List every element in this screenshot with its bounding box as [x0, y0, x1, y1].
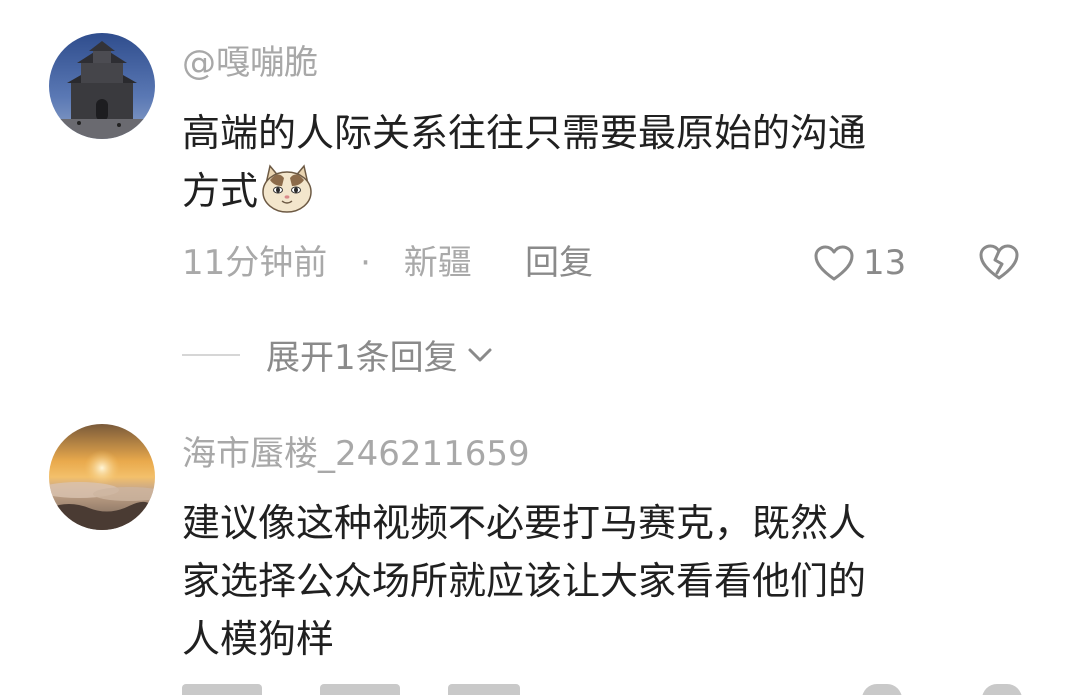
comment-text-line: 建议像这种视频不必要打马赛克，既然人	[182, 501, 867, 545]
comment-text-line: 高端的人际关系往往只需要最原始的沟通	[182, 111, 867, 155]
comment-location: 新疆	[403, 243, 472, 283]
comment-text-line: 人模狗样	[182, 617, 335, 661]
comment-text-segment: 方式	[182, 169, 259, 213]
comment-username[interactable]: 海市蜃楼_246211659	[182, 437, 530, 471]
cutoff-reply-fragment	[448, 684, 520, 695]
avatar-temple-image	[49, 33, 155, 139]
reply-button[interactable]: 回复	[525, 246, 593, 280]
avatar-sunset-image	[49, 424, 155, 530]
expand-label: 展开1条回复	[266, 338, 458, 378]
like-button[interactable]: 13	[813, 243, 906, 283]
broken-heart-outline-icon	[979, 244, 1019, 280]
comment-meta-cutoff	[0, 684, 1080, 695]
comment-text: 建议像这种视频不必要打马赛克，既然人 家选择公众场所就应该让大家看看他们的 人模…	[182, 494, 1012, 668]
comment-text-line: 方式	[182, 162, 1012, 220]
comment-meta: 11分钟前 · 新疆	[182, 246, 472, 280]
cutoff-time-fragment	[182, 684, 262, 695]
cutoff-dislike-fragment	[982, 684, 1022, 695]
meta-separator: ·	[360, 243, 371, 283]
expand-replies-button[interactable]: 展开1条回复	[182, 330, 494, 379]
dislike-button[interactable]	[978, 243, 1020, 283]
cutoff-location-fragment	[320, 684, 400, 695]
cutoff-like-fragment	[862, 684, 902, 695]
avatar[interactable]	[49, 424, 155, 530]
heart-outline-icon	[814, 245, 854, 281]
avatar[interactable]	[49, 33, 155, 139]
chevron-down-icon	[468, 348, 492, 361]
comment-time: 11分钟前	[182, 243, 328, 283]
like-count: 13	[863, 243, 907, 283]
comment-username[interactable]: @嘎嘣脆	[182, 46, 318, 80]
expand-divider	[182, 353, 240, 356]
cat-face-emoji	[262, 164, 312, 213]
comment-text: 高端的人际关系往往只需要最原始的沟通 方式	[182, 104, 1012, 220]
comment-text-line: 家选择公众场所就应该让大家看看他们的	[182, 559, 867, 603]
